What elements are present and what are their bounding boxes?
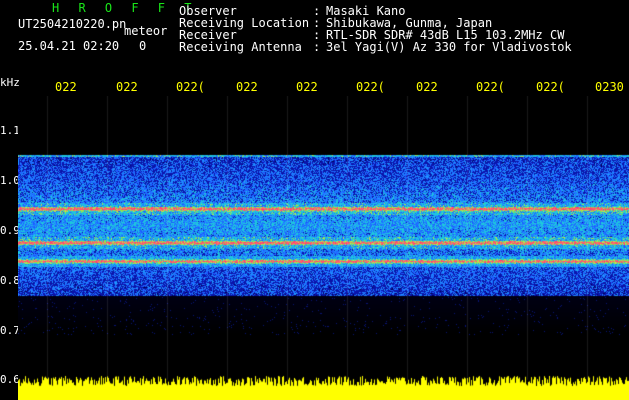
info-label-antenna: Receiving Antenna xyxy=(179,40,302,54)
app-title: H R O F F T xyxy=(52,1,198,15)
time-tick-label: 022 xyxy=(55,80,77,94)
frequency-tick-label: 1.1 xyxy=(0,124,20,137)
time-tick-label: 022( xyxy=(356,80,385,94)
frequency-tick-label: 1.0 xyxy=(0,174,20,187)
info-colon: : xyxy=(313,40,321,54)
frequency-tick-label: 0.9 xyxy=(0,224,20,237)
time-tick-label: 022 xyxy=(236,80,258,94)
filename-label: UT2504210220.pn xyxy=(18,17,127,31)
spectrogram-plot xyxy=(18,96,629,400)
spectrogram-canvas xyxy=(18,96,629,400)
time-tick-label: 022 xyxy=(416,80,438,94)
time-tick-label: 022( xyxy=(536,80,565,94)
info-value-antenna: 3el Yagi(V) Az 330 for Vladivostok xyxy=(326,40,572,54)
frequency-tick-label: 0.7 xyxy=(0,324,20,337)
datetime-label: 25.04.21 02:20 xyxy=(18,39,120,53)
time-tick-label: 022 xyxy=(116,80,138,94)
frequency-tick-label: 0.8 xyxy=(0,274,20,287)
time-tick-label: 0230 xyxy=(595,80,624,94)
meteor-label: meteor xyxy=(124,24,168,38)
time-tick-label: 022( xyxy=(176,80,205,94)
frequency-tick-label: 0.6 xyxy=(0,373,20,386)
meteor-count: 0 xyxy=(139,39,147,53)
frequency-unit-label: kHz xyxy=(0,76,20,89)
time-tick-label: 022( xyxy=(476,80,505,94)
time-tick-label: 022 xyxy=(296,80,318,94)
